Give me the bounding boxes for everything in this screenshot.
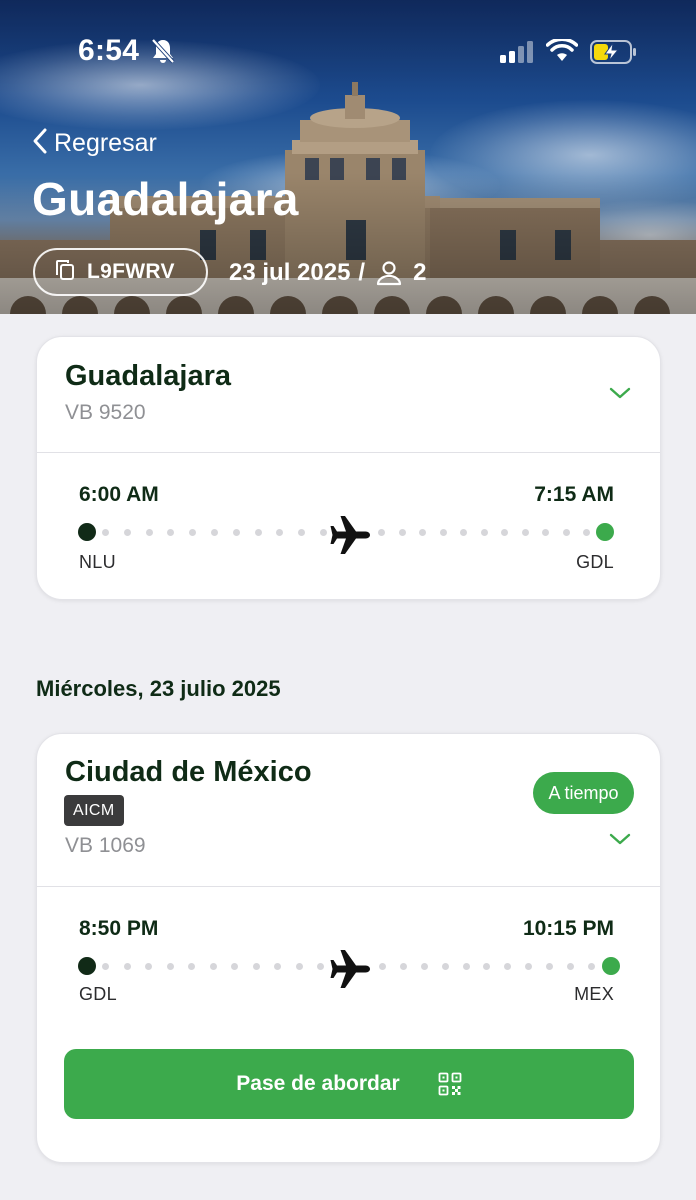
flight-card-header[interactable]: Ciudad de México AICM VB 1069 A tiempo: [37, 734, 660, 887]
route-line: [102, 962, 324, 970]
origin-dot: [78, 957, 96, 975]
route-line: [379, 962, 595, 970]
boarding-pass-button[interactable]: Pase de abordar: [64, 1049, 634, 1119]
chevron-left-icon: [32, 127, 48, 159]
airport-tag: AICM: [64, 795, 124, 826]
route-line: [378, 528, 590, 536]
flight-destination: Guadalajara: [65, 360, 232, 392]
origin-code: NLU: [79, 552, 116, 572]
person-icon: [375, 259, 403, 287]
trip-meta: 23 jul 2025 / 2: [229, 256, 426, 290]
flight-route: 6:00 AM 7:15 AM NLU GDL: [37, 453, 660, 593]
flight-destination: Ciudad de México: [65, 756, 312, 788]
arrival-time: 7:15 AM: [534, 483, 614, 506]
flight-card-header[interactable]: Guadalajara VB 9520: [37, 337, 660, 453]
page-title: Guadalajara: [32, 173, 299, 225]
trip-date: 23 jul 2025: [229, 259, 351, 286]
boarding-pass-label: Pase de abordar: [236, 1072, 400, 1095]
chevron-down-icon[interactable]: [608, 385, 632, 405]
status-bar: 6:54: [0, 0, 696, 104]
booking-code: L9FWRV: [87, 260, 175, 283]
meta-separator: /: [358, 259, 366, 286]
back-label: Regresar: [54, 128, 157, 157]
section-date-heading: Miércoles, 23 julio 2025: [36, 676, 281, 701]
battery-charging-icon: [590, 40, 638, 68]
passenger-count: 2: [413, 259, 427, 286]
departure-time: 8:50 PM: [79, 917, 159, 940]
chevron-down-icon[interactable]: [608, 831, 632, 851]
wifi-icon: [545, 37, 579, 67]
flight-route: 8:50 PM 10:15 PM GDL MEX: [37, 887, 660, 1027]
destination-dot: [602, 957, 620, 975]
flight-card: Ciudad de México AICM VB 1069 A tiempo 8…: [36, 733, 661, 1163]
flight-number: VB 1069: [65, 834, 146, 857]
status-time: 6:54: [78, 34, 140, 67]
origin-code: GDL: [79, 984, 117, 1004]
flight-card: Guadalajara VB 9520 6:00 AM 7:15 AM NLU …: [36, 336, 661, 600]
destination-code: GDL: [576, 552, 614, 572]
route-line: [102, 528, 327, 536]
departure-time: 6:00 AM: [79, 483, 159, 506]
destination-code: MEX: [574, 984, 614, 1004]
destination-dot: [596, 523, 614, 541]
arrival-time: 10:15 PM: [522, 917, 614, 940]
flight-number: VB 9520: [65, 401, 146, 424]
signal-icon: [500, 41, 534, 67]
airplane-icon: [329, 947, 373, 995]
origin-dot: [78, 523, 96, 541]
qr-code-icon: [438, 1072, 462, 1096]
bell-slash-icon: [150, 37, 176, 69]
booking-code-button[interactable]: L9FWRV: [33, 248, 208, 296]
back-button[interactable]: Regresar: [32, 126, 157, 160]
airplane-icon: [329, 513, 373, 561]
copy-icon: [55, 259, 75, 285]
status-badge: A tiempo: [533, 772, 634, 814]
